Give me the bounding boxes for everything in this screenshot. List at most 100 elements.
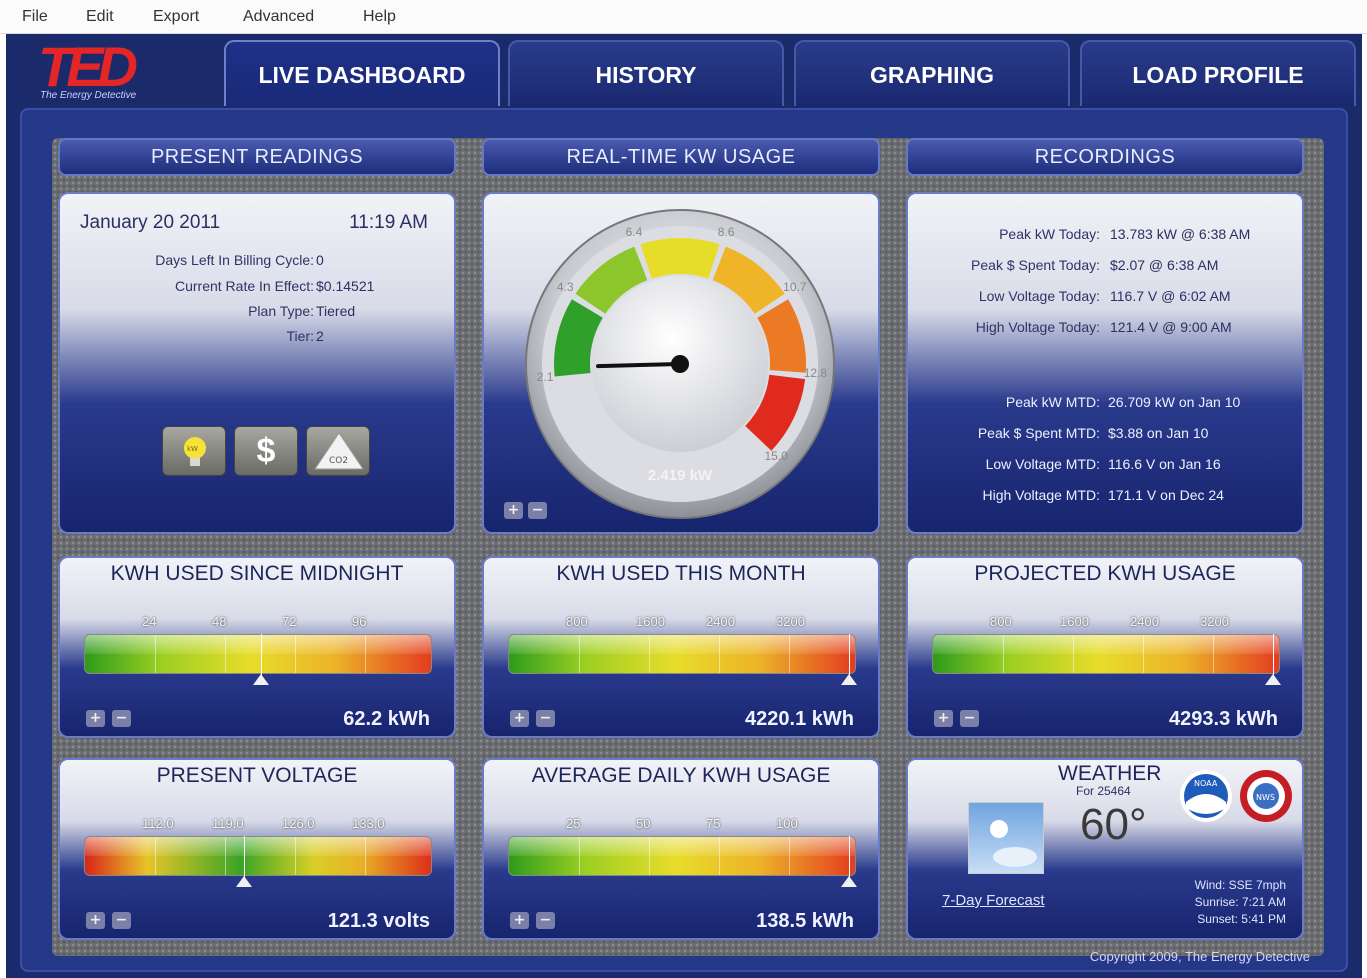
meter-title: AVERAGE DAILY KWH USAGE <box>531 764 831 787</box>
meter-bar <box>84 634 432 674</box>
app-window: TED The Energy Detective LIVE DASHBOARD … <box>6 34 1362 978</box>
peak-kw-today-value: 13.783 kW @ 6:38 AM <box>1110 226 1251 242</box>
meter-zoom-in-button[interactable]: + <box>86 912 105 929</box>
plan-type-label: Plan Type: <box>248 303 314 319</box>
header-present-readings: PRESENT READINGS <box>58 138 456 176</box>
low-voltage-today-label: Low Voltage Today: <box>978 288 1100 304</box>
logo-mark: TED <box>38 35 138 98</box>
meter-value: 121.3 volts <box>327 910 430 932</box>
realtime-gauge-panel: 2.1 4.3 6.4 8.6 10.7 12.8 15.0 2.419 kW + − <box>482 192 880 534</box>
meter-title: KWH USED THIS MONTH <box>556 562 806 585</box>
present-readings-panel: January 20 2011 11:19 AM Days Left In Bi… <box>58 192 456 534</box>
current-rate-label: Current Rate In Effect: <box>174 278 314 294</box>
header-recordings: RECORDINGS <box>906 138 1304 176</box>
menu-edit[interactable]: Edit <box>86 8 114 26</box>
days-left-label: Days Left In Billing Cycle: <box>155 252 314 268</box>
svg-text:NWS: NWS <box>1256 793 1275 802</box>
seven-day-forecast-link[interactable]: 7-Day Forecast <box>942 892 1045 909</box>
meter-tick-label: 2400 <box>706 614 735 629</box>
peak-kw-mtd-value: 26.709 kW on Jan 10 <box>1108 394 1241 410</box>
meter-zoom-out-button[interactable]: − <box>112 710 131 727</box>
meter-projected-kwh: PROJECTED KWH USAGE 800 1600 2400 3200 + − … <box>906 556 1304 738</box>
co2-icon: CO2 <box>314 432 364 470</box>
gauge-tick-label: 6.4 <box>626 225 643 239</box>
meter-title: PROJECTED KWH USAGE <box>974 562 1236 585</box>
meter-title: KWH USED SINCE MIDNIGHT <box>110 562 404 585</box>
meter-value: 62.2 kWh <box>343 708 430 730</box>
weather-temperature: 60° <box>1080 800 1147 849</box>
noaa-logo: NOAA <box>1180 770 1232 822</box>
meter-bar <box>84 836 432 876</box>
tier-value: 2 <box>316 328 324 344</box>
meter-tick-label: 1600 <box>636 614 665 629</box>
dollar-button[interactable]: $ <box>234 426 298 476</box>
current-rate-value: $0.14521 <box>316 278 375 294</box>
meter-value: 4220.1 kWh <box>745 708 854 730</box>
gauge-reading: 2.419 kW <box>648 467 713 484</box>
gauge-tick-label: 15.0 <box>764 449 788 463</box>
weather-zip: For 25464 <box>1076 784 1131 798</box>
tab-history[interactable]: HISTORY <box>508 40 784 106</box>
meter-needle <box>261 634 263 678</box>
menu-help[interactable]: Help <box>363 8 396 26</box>
tab-graphing[interactable]: GRAPHING <box>794 40 1070 106</box>
peak-kw-today-label: Peak kW Today: <box>999 226 1100 242</box>
meter-tick-label: 3200 <box>1200 614 1229 629</box>
gauge-tick-label: 8.6 <box>718 225 735 239</box>
meter-tick-label: 133.0 <box>352 816 385 831</box>
menu-advanced[interactable]: Advanced <box>243 8 314 26</box>
meter-kwh-this-month: KWH USED THIS MONTH 800 1600 2400 3200 + − … <box>482 556 880 738</box>
svg-text:CO2: CO2 <box>329 456 348 466</box>
meter-value: 138.5 kWh <box>756 910 854 932</box>
gauge-hub <box>671 355 689 373</box>
meter-marker <box>1265 674 1282 685</box>
meter-marker <box>253 674 270 685</box>
co2-button[interactable]: CO2 <box>306 426 370 476</box>
weather-title: WEATHER <box>1058 762 1162 785</box>
kw-bulb-button[interactable]: kW <box>162 426 226 476</box>
gauge-tick-label: 12.8 <box>804 366 828 380</box>
meter-zoom-out-button[interactable]: − <box>536 912 555 929</box>
meter-zoom-out-button[interactable]: − <box>536 710 555 727</box>
meter-zoom-in-button[interactable]: + <box>510 912 529 929</box>
high-voltage-mtd-value: 171.1 V on Dec 24 <box>1108 487 1224 503</box>
meter-bar <box>508 836 856 876</box>
meter-zoom-in-button[interactable]: + <box>934 710 953 727</box>
meter-tick-label: 48 <box>212 614 227 629</box>
menu-export[interactable]: Export <box>153 8 199 26</box>
meter-zoom-out-button[interactable]: − <box>112 912 131 929</box>
gauge-tick-label: 2.1 <box>537 370 554 384</box>
tab-load-profile[interactable]: LOAD PROFILE <box>1080 40 1356 106</box>
peak-spent-mtd-value: $3.88 on Jan 10 <box>1108 425 1209 441</box>
meter-value: 4293.3 kWh <box>1169 708 1278 730</box>
gauge-zoom-in-button[interactable]: + <box>504 502 523 519</box>
meter-tick-label: 3200 <box>776 614 805 629</box>
meter-tick-label: 24 <box>142 614 157 629</box>
weather-sunrise: Sunrise: 7:21 AM <box>1194 895 1286 909</box>
header-realtime-kw: REAL-TIME KW USAGE <box>482 138 880 176</box>
svg-text:kW: kW <box>187 445 198 453</box>
low-voltage-mtd-label: Low Voltage MTD: <box>985 456 1100 472</box>
meter-zoom-in-button[interactable]: + <box>510 710 529 727</box>
meter-average-daily-kwh: AVERAGE DAILY KWH USAGE 25 50 75 100 + − 13… <box>482 758 880 940</box>
tab-live-dashboard[interactable]: LIVE DASHBOARD <box>224 40 500 106</box>
meter-zoom-out-button[interactable]: − <box>960 710 979 727</box>
gauge-zoom-out-button[interactable]: − <box>528 502 547 519</box>
meter-bar <box>508 634 856 674</box>
dashboard-board: PRESENT READINGS REAL-TIME KW USAGE RECO… <box>20 108 1348 972</box>
menu-bar: File Edit Export Advanced Help <box>0 0 1367 34</box>
meter-tick-label: 1600 <box>1060 614 1089 629</box>
meter-tick-label: 800 <box>990 614 1012 629</box>
high-voltage-today-label: High Voltage Today: <box>975 319 1100 335</box>
meter-marker <box>841 674 858 685</box>
meter-tick-label: 72 <box>282 614 297 629</box>
dashboard-grid: PRESENT READINGS REAL-TIME KW USAGE RECO… <box>52 138 1324 956</box>
meter-needle <box>244 836 246 880</box>
meter-zoom-in-button[interactable]: + <box>86 710 105 727</box>
menu-file[interactable]: File <box>22 8 48 26</box>
meter-tick-label: 2400 <box>1130 614 1159 629</box>
meter-kwh-since-midnight: KWH USED SINCE MIDNIGHT 24 48 72 96 + − 62.… <box>58 556 456 738</box>
high-voltage-mtd-label: High Voltage MTD: <box>982 487 1101 503</box>
low-voltage-today-value: 116.7 V @ 6:02 AM <box>1110 288 1231 304</box>
kw-bulb-icon: kW <box>184 437 206 466</box>
